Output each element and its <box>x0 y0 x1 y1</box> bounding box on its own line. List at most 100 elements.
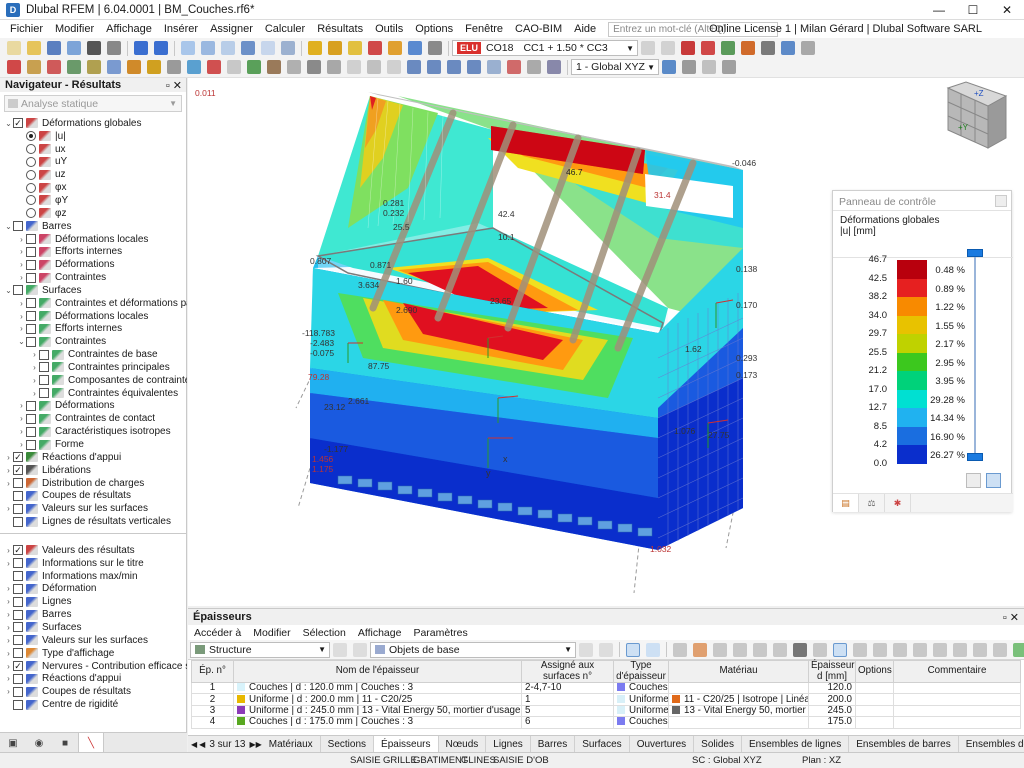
checkbox[interactable] <box>26 272 36 283</box>
tbl-icon-16[interactable] <box>1013 642 1024 657</box>
next2-icon[interactable] <box>599 642 613 657</box>
new-file-icon[interactable] <box>7 41 21 55</box>
table-cell[interactable]: 4 <box>191 716 234 729</box>
expand-icon[interactable]: › <box>4 504 13 513</box>
expand-icon[interactable]: › <box>4 649 13 658</box>
move-icon[interactable] <box>267 60 281 74</box>
table-cell[interactable]: 3 <box>191 704 234 718</box>
col-header-type[interactable]: Type d'épaisseur <box>613 660 669 683</box>
checkbox[interactable] <box>13 583 23 594</box>
table-cell[interactable]: Uniforme <box>613 693 669 706</box>
expand-icon[interactable]: › <box>17 324 26 333</box>
expand-icon[interactable]: › <box>4 610 13 619</box>
views-tab-icon[interactable]: ■ <box>52 733 78 753</box>
menu-options[interactable]: Options <box>409 23 459 35</box>
calc2-icon[interactable] <box>328 41 342 55</box>
open-folder-icon[interactable] <box>27 41 41 55</box>
checkbox[interactable] <box>26 413 36 424</box>
table-cell[interactable]: 6 <box>521 716 614 729</box>
transparency-icon[interactable] <box>507 60 521 74</box>
display-tab-icon[interactable]: ◉ <box>26 733 52 753</box>
tree-item[interactable]: › Contraintes de base <box>4 348 187 361</box>
status-gbatiment[interactable]: GBATIMENT <box>413 755 468 766</box>
tree-item[interactable]: ux <box>4 143 187 156</box>
expand-icon[interactable]: › <box>4 674 13 683</box>
undo-icon[interactable] <box>134 41 148 55</box>
close-button[interactable]: ✕ <box>990 0 1024 20</box>
render-icon[interactable] <box>487 60 501 74</box>
opening-icon[interactable] <box>107 60 121 74</box>
table-cell[interactable]: 5 <box>521 704 614 718</box>
menu-resultats[interactable]: Résultats <box>311 23 369 35</box>
tree-item[interactable]: › Déformations locales <box>4 310 187 323</box>
tbl-icon-5[interactable] <box>753 642 767 657</box>
checkbox[interactable] <box>39 388 49 399</box>
checkbox[interactable] <box>26 426 36 437</box>
select2-icon[interactable] <box>646 642 660 657</box>
divide-icon[interactable] <box>367 60 381 74</box>
tab-item[interactable]: Matériaux <box>262 736 321 752</box>
display-tree-item[interactable]: › Barres <box>4 608 187 621</box>
save-icon[interactable] <box>47 41 61 55</box>
expand-icon[interactable]: › <box>30 363 39 372</box>
tree-item[interactable]: › Déformations <box>4 400 187 413</box>
display-tree-item[interactable]: › ✓ Valeurs des résultats <box>4 544 187 557</box>
checkbox[interactable] <box>13 285 23 296</box>
col-header-name[interactable]: Nom de l'épaisseur <box>233 660 522 683</box>
tree-item[interactable]: |u| <box>4 130 187 143</box>
checkbox[interactable] <box>26 246 36 257</box>
save-all-icon[interactable] <box>67 41 81 55</box>
display-tree-item[interactable]: › Réactions d'appui <box>4 672 187 685</box>
formula-icon[interactable] <box>953 642 967 657</box>
solid-icon[interactable] <box>87 60 101 74</box>
tree-item[interactable]: Lignes de résultats verticales <box>4 515 187 528</box>
table-cell[interactable] <box>855 704 894 718</box>
tbl-icon-2[interactable] <box>693 642 707 657</box>
expand-icon[interactable]: › <box>4 687 13 696</box>
expand-icon[interactable]: ⌄ <box>17 337 26 346</box>
status-glines[interactable]: GLINES <box>461 755 496 766</box>
redo-icon[interactable] <box>154 41 168 55</box>
tree-item[interactable]: ⌄ Barres <box>4 220 187 233</box>
tab-item[interactable]: Barres <box>531 736 576 752</box>
analysis-select[interactable]: Analyse statique ▼ <box>4 95 182 112</box>
expand-icon[interactable]: › <box>4 623 13 632</box>
prev-icon[interactable] <box>333 642 347 657</box>
checkbox[interactable]: ✓ <box>13 661 23 672</box>
menu-modifier[interactable]: Modifier <box>49 23 100 35</box>
display-tree-item[interactable]: ›✓ Nervures - Contribution efficace sur .… <box>4 660 187 673</box>
display-tree-item[interactable]: Centre de rigidité <box>4 698 187 711</box>
tbl-icon-4[interactable] <box>733 642 747 657</box>
tool-icon[interactable] <box>428 41 442 55</box>
member-icon[interactable] <box>47 60 61 74</box>
tree-item[interactable]: › Contraintes de contact <box>4 412 187 425</box>
checkbox[interactable] <box>26 259 36 270</box>
tree-item[interactable]: › Distribution de charges <box>4 477 187 490</box>
checkbox[interactable] <box>13 503 23 514</box>
scale-icon[interactable] <box>347 60 361 74</box>
tab-item[interactable]: Nœuds <box>439 736 487 752</box>
panel-scale-icon[interactable] <box>986 473 1001 488</box>
expand-icon[interactable]: › <box>17 235 26 244</box>
display-tree-item[interactable]: › Valeurs sur les surfaces <box>4 634 187 647</box>
coordinate-system-select[interactable]: 1 - Global XYZ ▼ <box>571 59 659 75</box>
table-icon[interactable] <box>221 41 235 55</box>
checkbox[interactable] <box>13 673 23 684</box>
surface-icon[interactable] <box>67 60 81 74</box>
table-cell[interactable] <box>855 681 894 695</box>
calc-icon[interactable] <box>308 41 322 55</box>
tbl-icon-9[interactable] <box>853 642 867 657</box>
expand-icon[interactable]: › <box>4 597 13 606</box>
view-front-icon[interactable] <box>407 60 421 74</box>
object-type-select[interactable]: Objets de base ▼ <box>370 641 576 658</box>
pan-icon[interactable] <box>547 60 561 74</box>
checkbox[interactable] <box>26 439 36 450</box>
checkbox[interactable] <box>26 234 36 245</box>
expand-icon[interactable]: › <box>4 662 13 671</box>
expand-icon[interactable]: › <box>4 453 13 462</box>
tab-item[interactable]: Sections <box>321 736 375 752</box>
prev2-icon[interactable] <box>579 642 593 657</box>
view-side-icon[interactable] <box>427 60 441 74</box>
col-header-surfaces[interactable]: Assigné aux surfaces n° <box>521 660 614 683</box>
results2-icon[interactable] <box>388 41 402 55</box>
